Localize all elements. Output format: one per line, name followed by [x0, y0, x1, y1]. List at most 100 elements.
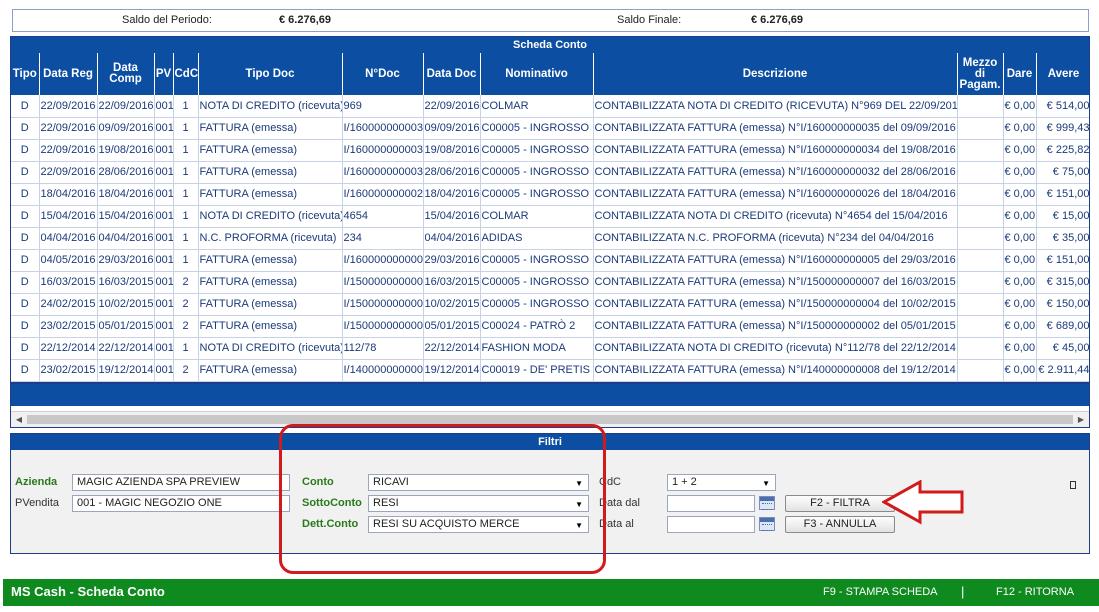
table-cell: CONTABILIZZATA FATTURA (emessa) N°I/1600…	[593, 117, 958, 140]
table-cell: FATTURA (emessa)	[198, 161, 343, 184]
table-row[interactable]: D 23/02/2015 19/12/2014 001 2 FATTURA (emessa…	[11, 359, 1089, 382]
table-cell: 22/12/2014	[97, 337, 155, 360]
table-row[interactable]: D 18/04/2016 18/04/2016 001 1 FATTURA (emessa…	[11, 183, 1089, 206]
column-header[interactable]: Tipo Doc	[198, 53, 343, 95]
table-row[interactable]: D 16/03/2015 16/03/2015 001 2 FATTURA (emessa…	[11, 271, 1089, 294]
table-cell: 001	[154, 139, 174, 162]
calendar-icon[interactable]	[759, 517, 775, 531]
table-cell: € 0,00	[1003, 359, 1037, 382]
table-cell: 19/12/2014	[423, 359, 481, 382]
calendar-icon[interactable]	[759, 496, 775, 510]
table-cell: CONTABILIZZATA FATTURA (emessa) N°I/1500…	[593, 271, 958, 294]
annulla-button[interactable]: F3 - ANNULLA	[785, 516, 895, 533]
column-header[interactable]: N°Doc	[342, 53, 424, 95]
column-header[interactable]: PV	[154, 53, 174, 95]
table-cell: 19/08/2016	[423, 139, 481, 162]
chevron-down-icon: ▼	[762, 479, 770, 488]
azienda-field[interactable]: MAGIC AZIENDA SPA PREVIEW	[72, 474, 290, 491]
scroll-left-icon[interactable]: ◀	[12, 413, 26, 426]
table-cell: 22/09/2016	[97, 95, 155, 118]
column-header[interactable]: Data Reg	[39, 53, 98, 95]
table-cell: 001	[154, 337, 174, 360]
table-cell: € 15,00	[1036, 205, 1089, 228]
saldo-periodo-label: Saldo del Periodo:	[122, 14, 212, 26]
table-cell: C00005 - INGROSSO 1	[480, 293, 594, 316]
table-cell: 10/02/2015	[97, 293, 155, 316]
table-cell: 1	[173, 95, 199, 118]
table-cell: 2	[173, 315, 199, 338]
table-cell: 23/02/2015	[39, 315, 98, 338]
data-al-field[interactable]	[667, 516, 755, 533]
table-cell: I/1500000000002	[342, 315, 424, 338]
table-cell: 28/06/2016	[423, 161, 481, 184]
table-cell: 15/04/2016	[423, 205, 481, 228]
table-cell: D	[11, 95, 40, 118]
pvendita-field[interactable]: 001 - MAGIC NEGOZIO ONE	[72, 495, 290, 512]
table-cell: FATTURA (emessa)	[198, 271, 343, 294]
table-cell: N.C. PROFORMA (ricevuta)	[198, 227, 343, 250]
column-header[interactable]: Tipo	[11, 53, 40, 95]
table-cell: CONTABILIZZATA NOTA DI CREDITO (ricevuta…	[593, 205, 958, 228]
table-cell: 22/09/2016	[39, 139, 98, 162]
table-cell: € 0,00	[1003, 205, 1037, 228]
table-cell: € 0,00	[1003, 337, 1037, 360]
column-header[interactable]: Data Comp	[97, 53, 155, 95]
table-row[interactable]: D 22/12/2014 22/12/2014 001 1 NOTA DI CREDITO…	[11, 337, 1089, 360]
table-cell: D	[11, 337, 40, 360]
ritorna-key[interactable]: F12 - RITORNA	[996, 586, 1074, 598]
column-header[interactable]: Dare	[1003, 53, 1037, 95]
table-row[interactable]: D 15/04/2016 15/04/2016 001 1 NOTA DI CREDITO…	[11, 205, 1089, 228]
annotation-arrow-left-icon	[882, 480, 964, 525]
table-cell	[957, 271, 1004, 294]
scroll-right-icon[interactable]: ▶	[1074, 413, 1088, 426]
table-cell: 22/09/2016	[39, 95, 98, 118]
table-row[interactable]: D 24/02/2015 10/02/2015 001 2 FATTURA (emessa…	[11, 293, 1089, 316]
table-cell: € 151,00	[1036, 183, 1089, 206]
stampa-scheda-key[interactable]: F9 - STAMPA SCHEDA	[823, 586, 938, 598]
scrollbar-thumb[interactable]	[27, 415, 1073, 424]
table-cell: C00024 - PATRÒ 2	[480, 315, 594, 338]
table-cell: CONTABILIZZATA FATTURA (emessa) N°I/1500…	[593, 315, 958, 338]
table-cell: CONTABILIZZATA N.C. PROFORMA (ricevuta) …	[593, 227, 958, 250]
table-row[interactable]: D 04/05/2016 29/03/2016 001 1 FATTURA (emessa…	[11, 249, 1089, 272]
table-row[interactable]: D 04/04/2016 04/04/2016 001 1 N.C. PROFORMA (…	[11, 227, 1089, 250]
table-row[interactable]: D 22/09/2016 22/09/2016 001 1 NOTA DI CREDITO…	[11, 95, 1089, 118]
column-header[interactable]: CdC	[173, 53, 199, 95]
table-cell: C00019 - DE' PRETIS	[480, 359, 594, 382]
table-cell: € 45,00	[1036, 337, 1089, 360]
column-header[interactable]: Mezzo di Pagam.	[957, 53, 1004, 95]
table-cell: 001	[154, 271, 174, 294]
table-cell: 001	[154, 183, 174, 206]
column-header[interactable]: Nominativo	[480, 53, 594, 95]
table-cell: I/1600000000026	[342, 183, 424, 206]
data-dal-field[interactable]	[667, 495, 755, 512]
table-cell: C00005 - INGROSSO 1	[480, 183, 594, 206]
table-cell: 10/02/2015	[423, 293, 481, 316]
table-row[interactable]: D 22/09/2016 19/08/2016 001 1 FATTURA (emessa…	[11, 139, 1089, 162]
table-cell	[957, 315, 1004, 338]
column-header[interactable]: Avere	[1036, 53, 1089, 95]
table-row[interactable]: D 22/09/2016 28/06/2016 001 1 FATTURA (emessa…	[11, 161, 1089, 184]
table-cell: 18/04/2016	[423, 183, 481, 206]
column-header[interactable]: Data Doc	[423, 53, 481, 95]
table-row[interactable]: D 23/02/2015 05/01/2015 001 2 FATTURA (emessa…	[11, 315, 1089, 338]
table-cell: 1	[173, 139, 199, 162]
table-cell: D	[11, 117, 40, 140]
table-cell: FASHION MODA	[480, 337, 594, 360]
table-cell: C00005 - INGROSSO 1	[480, 249, 594, 272]
table-cell: € 999,43	[1036, 117, 1089, 140]
table-cell	[957, 117, 1004, 140]
table-cell: I/1600000000032	[342, 161, 424, 184]
table-cell: CONTABILIZZATA FATTURA (emessa) N°I/1600…	[593, 139, 958, 162]
table-cell: I/1600000000034	[342, 139, 424, 162]
cdc-select[interactable]: 1 + 2 ▼	[667, 474, 776, 491]
small-page-icon[interactable]	[1070, 481, 1076, 489]
table-cell: D	[11, 227, 40, 250]
filtra-button[interactable]: F2 - FILTRA	[785, 495, 895, 512]
table-cell: COLMAR	[480, 95, 594, 118]
table-row[interactable]: D 22/09/2016 09/09/2016 001 1 FATTURA (emessa…	[11, 117, 1089, 140]
app-footer: MS Cash - Scheda Conto F9 - STAMPA SCHED…	[3, 579, 1099, 606]
table-cell: € 315,00	[1036, 271, 1089, 294]
table-cell: D	[11, 205, 40, 228]
column-header[interactable]: Descrizione	[593, 53, 958, 95]
